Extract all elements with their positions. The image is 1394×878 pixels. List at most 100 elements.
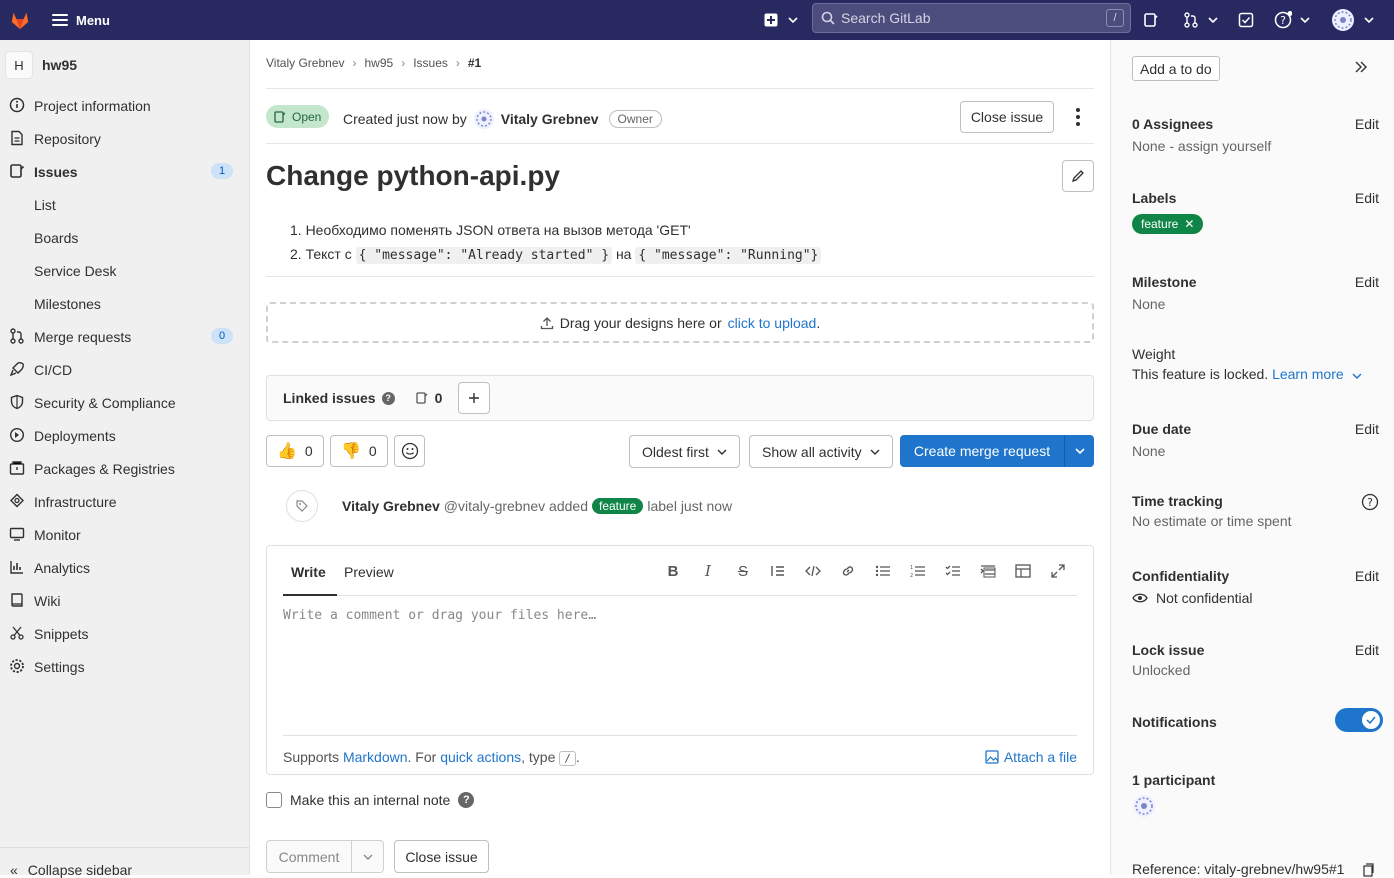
sidebar-item-analytics[interactable]: Analytics (0, 551, 249, 584)
search-input[interactable]: Search GitLab / (812, 3, 1131, 33)
confidentiality-edit-link[interactable]: Edit (1355, 568, 1379, 584)
collapse-right-sidebar-icon[interactable] (1354, 60, 1368, 77)
strikethrough-icon[interactable]: S (733, 561, 753, 581)
chevron-down-icon[interactable] (352, 841, 383, 872)
participant-avatar[interactable] (1132, 794, 1156, 818)
more-actions-icon[interactable] (1069, 106, 1087, 128)
sidebar-item-boards[interactable]: Boards (0, 221, 249, 254)
comment-button[interactable]: Comment (267, 841, 352, 872)
thumbs-down-button[interactable]: 👎 0 (330, 435, 388, 467)
bullet-list-icon[interactable] (873, 561, 893, 581)
create-merge-request-button[interactable]: Create merge request (900, 435, 1094, 467)
sidebar-item-settings[interactable]: Settings (0, 650, 249, 683)
collapse-sidebar-button[interactable]: « Collapse sidebar (0, 847, 249, 878)
sidebar-item-monitor[interactable]: Monitor (0, 518, 249, 551)
quick-actions-link[interactable]: quick actions (440, 749, 521, 765)
upload-link[interactable]: click to upload (728, 315, 817, 331)
design-dropzone[interactable]: Drag your designs here or click to uploa… (266, 302, 1094, 343)
participants-section: 1 participant (1132, 772, 1379, 821)
merge-request-icon[interactable] (1180, 9, 1202, 31)
close-icon[interactable]: ✕ (1184, 217, 1194, 231)
labels-edit-link[interactable]: Edit (1355, 190, 1379, 206)
sidebar-item-wiki[interactable]: Wiki (0, 584, 249, 617)
create-merge-request-label[interactable]: Create merge request (900, 435, 1065, 467)
sidebar-item-ci-cd[interactable]: CI/CD (0, 353, 249, 386)
desc-text: на (615, 246, 632, 262)
notifications-toggle[interactable] (1335, 708, 1383, 732)
chevron-down-icon[interactable] (1352, 373, 1362, 379)
breadcrumb-item[interactable]: hw95 (365, 56, 394, 70)
numbered-list-icon[interactable]: 12 (908, 561, 928, 581)
label-badge[interactable]: feature (591, 498, 644, 514)
add-reaction-button[interactable] (394, 435, 425, 467)
author-name[interactable]: Vitaly Grebnev (501, 111, 599, 127)
user-avatar-icon[interactable] (1331, 8, 1355, 32)
activity-filter-dropdown[interactable]: Show all activity (749, 435, 893, 468)
sidebar-item-deployments[interactable]: Deployments (0, 419, 249, 452)
todo-icon[interactable] (1235, 9, 1257, 31)
breadcrumb-current[interactable]: #1 (468, 56, 481, 70)
chevron-down-icon[interactable] (782, 9, 804, 31)
menu-button[interactable]: Menu (52, 13, 110, 28)
collapsible-section-icon[interactable] (978, 561, 998, 581)
add-linked-issue-button[interactable] (458, 382, 491, 414)
chevron-down-icon[interactable] (1065, 435, 1094, 467)
comment-textarea[interactable]: Write a comment or drag your files here… (283, 608, 596, 623)
task-list-icon[interactable] (943, 561, 963, 581)
project-header[interactable]: H hw95 (0, 40, 249, 90)
breadcrumb-item[interactable]: Issues (413, 56, 448, 70)
edit-title-button[interactable] (1062, 160, 1094, 192)
activity-author[interactable]: Vitaly Grebnev (342, 498, 440, 514)
due-date-edit-link[interactable]: Edit (1355, 421, 1379, 437)
assignees-value[interactable]: None - assign yourself (1132, 138, 1379, 154)
attach-file-button[interactable]: Attach a file (985, 749, 1077, 765)
chevron-down-icon[interactable] (1294, 9, 1316, 31)
thumbs-up-button[interactable]: 👍 0 (266, 435, 324, 467)
bold-icon[interactable]: B (663, 561, 683, 581)
breadcrumb-item[interactable]: Vitaly Grebnev (266, 56, 345, 70)
internal-note-label[interactable]: Make this an internal note (290, 792, 450, 808)
sidebar-item-merge-requests[interactable]: Merge requests 0 (0, 320, 249, 353)
tab-write[interactable]: Write (291, 564, 326, 580)
sidebar-item-snippets[interactable]: Snippets (0, 617, 249, 650)
milestone-edit-link[interactable]: Edit (1355, 274, 1379, 290)
learn-more-link[interactable]: Learn more (1272, 366, 1344, 382)
help-icon[interactable]: ? (458, 792, 475, 808)
sidebar-item-project-information[interactable]: Project information (0, 89, 249, 122)
chevron-down-icon[interactable] (1202, 9, 1224, 31)
help-icon[interactable]: ? (1272, 9, 1294, 31)
code-icon[interactable] (803, 561, 823, 581)
sidebar-item-issues[interactable]: Issues 1 (0, 155, 249, 188)
link-icon[interactable] (838, 561, 858, 581)
quote-icon[interactable] (768, 561, 788, 581)
project-avatar: H (5, 51, 33, 79)
author-avatar[interactable] (473, 108, 495, 130)
gitlab-logo-icon[interactable] (0, 0, 40, 40)
issues-icon[interactable] (1140, 9, 1162, 31)
milestone-value: None (1132, 296, 1166, 312)
sidebar-item-security-compliance[interactable]: Security & Compliance (0, 386, 249, 419)
tab-preview[interactable]: Preview (344, 564, 394, 580)
lock-issue-edit-link[interactable]: Edit (1355, 642, 1379, 658)
internal-note-checkbox[interactable] (266, 792, 282, 808)
close-issue-button[interactable]: Close issue (960, 101, 1054, 133)
table-icon[interactable] (1013, 561, 1033, 581)
sidebar-item-infrastructure[interactable]: Infrastructure (0, 485, 249, 518)
sort-order-dropdown[interactable]: Oldest first (629, 435, 740, 468)
help-icon[interactable]: ? (381, 391, 395, 405)
italic-icon[interactable]: I (698, 561, 718, 581)
new-item-icon[interactable] (760, 9, 782, 31)
close-issue-footer-button[interactable]: Close issue (394, 840, 489, 873)
add-todo-button[interactable]: Add a to do (1132, 56, 1220, 81)
help-icon[interactable]: ? (1361, 493, 1379, 514)
sidebar-item-list[interactable]: List (0, 188, 249, 221)
assignees-edit-link[interactable]: Edit (1355, 116, 1379, 132)
sidebar-item-milestones[interactable]: Milestones (0, 287, 249, 320)
sidebar-item-packages-registries[interactable]: Packages & Registries (0, 452, 249, 485)
chevron-down-icon[interactable] (1358, 9, 1380, 31)
fullscreen-icon[interactable] (1048, 561, 1068, 581)
markdown-link[interactable]: Markdown (343, 749, 408, 765)
feature-label-tag[interactable]: feature ✕ (1132, 214, 1204, 234)
sidebar-item-repository[interactable]: Repository (0, 122, 249, 155)
sidebar-item-service-desk[interactable]: Service Desk (0, 254, 249, 287)
